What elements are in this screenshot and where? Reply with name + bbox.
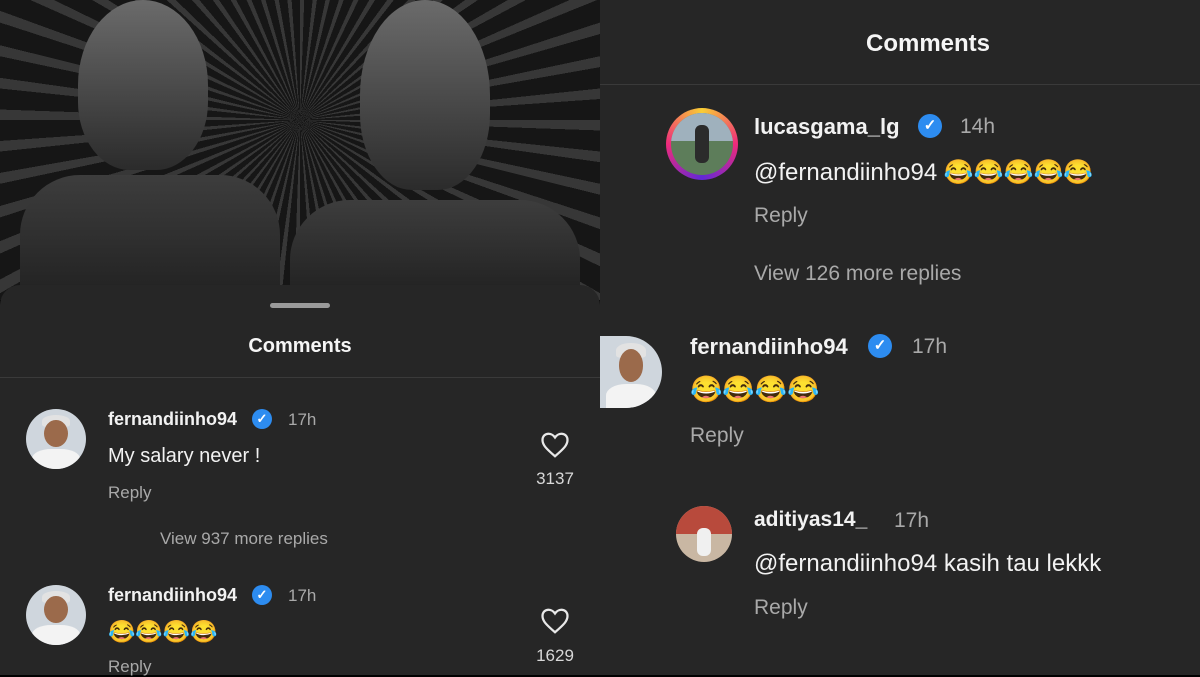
comment-text: @fernandiinho94 kasih tau lekkk: [754, 550, 1102, 577]
left-comments-sheet: Comments fernandiinho94 ✓ 17h My salary …: [0, 285, 600, 677]
avatar[interactable]: [26, 585, 86, 645]
sheet-title: Comments: [248, 335, 352, 357]
comment-username[interactable]: fernandiinho94: [690, 334, 848, 360]
comment-text: 😂😂😂😂: [108, 619, 218, 644]
post-image: [0, 0, 600, 300]
heart-icon[interactable]: [540, 607, 570, 635]
right-comments-panel: Comments lucasgama_lg ✓ 14h @fernandiinh…: [600, 0, 1200, 675]
verified-badge-icon: ✓: [918, 114, 942, 138]
verified-badge-icon: ✓: [868, 334, 892, 358]
avatar[interactable]: [676, 506, 732, 562]
player-right-head: [360, 0, 490, 190]
divider: [600, 84, 1200, 85]
comment-time: 17h: [288, 410, 317, 429]
divider: [0, 377, 600, 378]
avatar[interactable]: [671, 113, 733, 175]
reply-button[interactable]: Reply: [108, 483, 151, 503]
sheet-drag-handle[interactable]: [270, 303, 330, 308]
comment-username[interactable]: aditiyas14_: [754, 508, 867, 532]
reply-button[interactable]: Reply: [754, 596, 808, 620]
reply-button[interactable]: Reply: [690, 424, 744, 448]
comment-time: 14h: [960, 115, 996, 138]
panel-title: Comments: [865, 30, 991, 57]
reply-button[interactable]: Reply: [108, 657, 151, 677]
view-more-replies[interactable]: View 126 more replies: [754, 262, 961, 286]
reply-button[interactable]: Reply: [754, 204, 808, 228]
comment-time: 17h: [894, 509, 930, 532]
comment-text: @fernandiinho94 😂😂😂😂😂: [754, 159, 1094, 186]
comment-text: My salary never !: [108, 445, 261, 467]
heart-icon[interactable]: [540, 431, 570, 459]
comment-username[interactable]: fernandiinho94: [108, 585, 237, 606]
like-count: 1629: [536, 646, 574, 665]
verified-badge-icon: ✓: [252, 585, 272, 605]
avatar[interactable]: [600, 336, 662, 408]
comment-username[interactable]: fernandiinho94: [108, 409, 237, 430]
like-count: 3137: [536, 469, 574, 488]
player-left-body: [20, 175, 280, 300]
comment-username[interactable]: lucasgama_lg: [754, 114, 900, 140]
comment-text: 😂😂😂😂: [690, 374, 820, 404]
verified-badge-icon: ✓: [252, 409, 272, 429]
comment-time: 17h: [288, 586, 317, 605]
player-left-head: [78, 0, 208, 170]
avatar[interactable]: [26, 409, 86, 469]
view-more-replies[interactable]: View 937 more replies: [160, 529, 328, 549]
comment-time: 17h: [912, 335, 948, 358]
